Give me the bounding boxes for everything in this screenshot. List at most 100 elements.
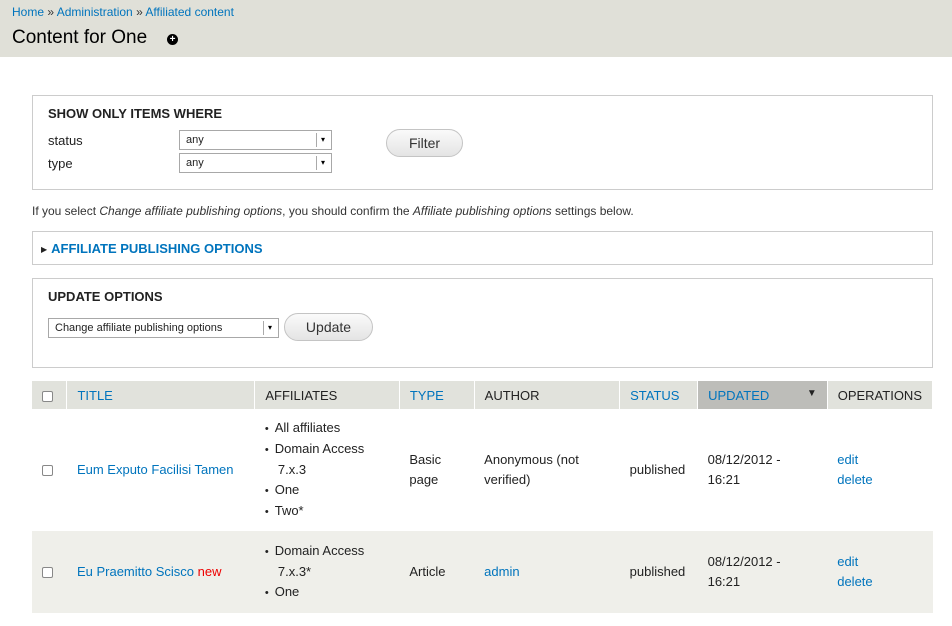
updated-time: 16:21: [707, 472, 741, 487]
description-text: settings below.: [551, 204, 634, 218]
affiliate-item-continued: 7.x.3*: [265, 562, 390, 582]
filter-legend: Show only items where: [48, 106, 223, 121]
affiliate-item: Two*: [265, 501, 390, 522]
description-text: If you select: [32, 204, 100, 218]
type-text: Basic: [409, 452, 442, 467]
row-checkbox[interactable]: [42, 567, 53, 579]
row-checkbox[interactable]: [42, 465, 53, 477]
add-shortcut-icon[interactable]: +: [167, 34, 178, 45]
update-button[interactable]: Update: [284, 313, 373, 341]
author-cell: admin: [474, 531, 619, 613]
row-select-cell: [32, 409, 67, 531]
affiliates-list: Domain Access 7.x.3* One: [265, 541, 390, 603]
breadcrumb-separator: »: [44, 5, 57, 19]
update-operation-select[interactable]: Change affiliate publishing options ▾: [48, 318, 279, 338]
updated-time: 16:21: [707, 574, 741, 589]
filter-fieldset: Show only items where status any ▾ type …: [32, 95, 933, 190]
description-emphasis: Affiliate publishing options: [412, 204, 552, 218]
title-sort-link[interactable]: Title: [77, 388, 112, 403]
affiliate-publishing-fieldset: ▶ Affiliate publishing options: [32, 231, 933, 265]
select-all-checkbox[interactable]: [42, 390, 53, 402]
publishing-description: If you select Change affiliate publishin…: [32, 204, 634, 218]
author-text: Anonymous (not: [484, 452, 579, 467]
affiliates-cell: Domain Access 7.x.3* One: [255, 531, 400, 613]
affiliate-item: Domain Access: [265, 439, 390, 460]
type-filter-select[interactable]: any ▾: [179, 153, 332, 173]
edit-link[interactable]: edit: [837, 552, 922, 572]
affiliate-item-text: 7.x.3*: [277, 564, 312, 579]
breadcrumb-administration[interactable]: Administration: [57, 5, 133, 19]
updated-header[interactable]: Updated ▼: [697, 381, 828, 409]
updated-sort-link[interactable]: Updated: [708, 388, 769, 403]
updated-date: 08/12/2012 -: [707, 452, 781, 467]
sort-descending-icon: ▼: [806, 387, 817, 399]
table-row: Eu Praemitto Scisco new Domain Access 7.…: [32, 531, 933, 613]
updated-cell: 08/12/2012 - 16:21: [698, 409, 828, 531]
content-table-wrapper: Title Affiliates Type Author Status Upda…: [32, 381, 934, 613]
title-header[interactable]: Title: [66, 381, 256, 409]
status-cell: published: [629, 564, 686, 579]
type-cell: Article: [409, 564, 446, 579]
breadcrumb-separator: »: [132, 5, 146, 19]
select-all-header: [32, 381, 68, 409]
author-link[interactable]: admin: [484, 564, 519, 579]
chevron-down-icon: ▾: [316, 133, 329, 147]
affiliate-item: All affiliates: [265, 418, 390, 439]
breadcrumb: Home » Administration » Affiliated conte…: [12, 5, 234, 19]
chevron-down-icon: ▾: [263, 321, 276, 335]
delete-link[interactable]: delete: [837, 470, 922, 490]
status-sort-link[interactable]: Status: [630, 388, 679, 403]
breadcrumb-home[interactable]: Home: [12, 5, 44, 19]
type-filter-value: any: [186, 157, 204, 169]
author-cell: Anonymous (not verified): [474, 409, 619, 531]
table-row: Eum Exputo Facilisi Tamen All affiliates…: [32, 409, 933, 531]
description-text: , you should confirm the: [282, 204, 413, 218]
type-cell: Basic page: [399, 409, 474, 531]
affiliate-item: One: [265, 582, 390, 603]
affiliates-header: Affiliates: [254, 381, 400, 409]
type-header[interactable]: Type: [399, 381, 475, 409]
status-filter-value: any: [186, 134, 204, 146]
update-options-legend: Update options: [48, 289, 163, 304]
edit-link[interactable]: edit: [837, 450, 922, 470]
title-cell: Eum Exputo Facilisi Tamen: [67, 409, 255, 531]
type-text: page: [409, 472, 439, 487]
update-operation-value: Change affiliate publishing options: [55, 322, 223, 334]
chevron-down-icon: ▾: [316, 156, 329, 170]
title-cell: Eu Praemitto Scisco new: [67, 531, 255, 613]
table-header-row: Title Affiliates Type Author Status Upda…: [32, 381, 934, 409]
row-select-cell: [32, 531, 67, 613]
page-title: Content for One: [12, 27, 148, 48]
updated-date: 08/12/2012 -: [707, 554, 781, 569]
status-cell: published: [629, 462, 686, 477]
content-title-link[interactable]: Eu Praemitto Scisco: [77, 564, 194, 579]
status-filter-select[interactable]: any ▾: [179, 130, 332, 150]
update-options-fieldset: Update options Change affiliate publishi…: [32, 278, 933, 368]
operations-cell: edit delete: [827, 531, 932, 613]
triangle-right-icon: ▶: [41, 245, 48, 254]
affiliate-publishing-toggle[interactable]: ▶ Affiliate publishing options: [41, 241, 263, 256]
operations-cell: edit delete: [827, 409, 932, 531]
delete-link[interactable]: delete: [837, 572, 922, 592]
type-sort-link[interactable]: Type: [410, 388, 444, 403]
affiliate-item: One: [265, 480, 390, 501]
affiliates-list: All affiliates Domain Access 7.x.3 One T…: [265, 418, 390, 522]
status-filter-label: status: [48, 133, 83, 148]
description-emphasis: Change affiliate publishing options: [99, 204, 283, 218]
operations-header: Operations: [827, 381, 934, 409]
page-header: Home » Administration » Affiliated conte…: [0, 0, 952, 57]
author-text: verified): [484, 472, 531, 487]
updated-cell: 08/12/2012 - 16:21: [698, 531, 828, 613]
content-table: Title Affiliates Type Author Status Upda…: [32, 381, 934, 613]
affiliate-item-continued: 7.x.3: [265, 460, 390, 480]
filter-button[interactable]: Filter: [386, 129, 463, 157]
type-filter-label: type: [48, 156, 73, 171]
affiliate-item: Domain Access: [265, 541, 390, 562]
breadcrumb-affiliated-content[interactable]: Affiliated content: [145, 5, 234, 19]
content-title-link[interactable]: Eum Exputo Facilisi Tamen: [77, 462, 234, 477]
affiliates-cell: All affiliates Domain Access 7.x.3 One T…: [255, 409, 400, 531]
new-marker: new: [197, 564, 222, 579]
status-header[interactable]: Status: [619, 381, 699, 409]
author-header: Author: [474, 381, 621, 409]
affiliate-item-text: 7.x.3: [277, 462, 307, 477]
